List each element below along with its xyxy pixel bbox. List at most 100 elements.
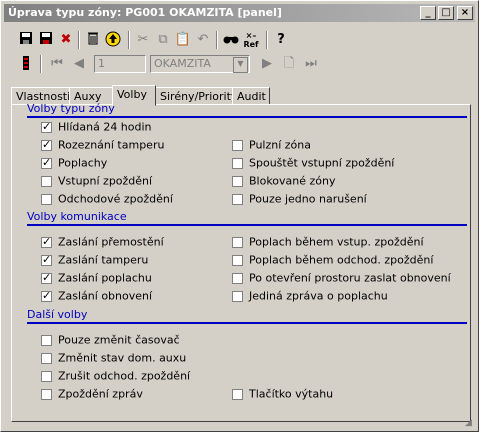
checkbox-option[interactable]: Vstupní zpoždění xyxy=(41,174,152,188)
save-icon[interactable] xyxy=(17,31,35,49)
checkbox-unchecked[interactable] xyxy=(41,370,52,382)
checkbox-option[interactable]: Pulzní zóna xyxy=(232,138,311,152)
checkbox-option[interactable]: Odchodové zpoždění xyxy=(41,192,173,206)
record-icon[interactable] xyxy=(17,55,35,73)
checkbox-option[interactable]: Po otevření prostoru zaslat obnovení xyxy=(232,271,451,285)
toolbar-separator xyxy=(40,55,42,73)
checkbox-unchecked[interactable] xyxy=(232,254,243,266)
checkbox-unchecked[interactable] xyxy=(41,334,52,346)
checkbox-unchecked[interactable] xyxy=(41,175,52,187)
close-button[interactable]: × xyxy=(457,6,473,20)
title-bar[interactable]: Úprava typu zóny: PG001 OKAMZITA [panel]… xyxy=(4,4,475,22)
checkbox-label: Zaslání obnovení xyxy=(58,289,153,303)
new-record-icon[interactable]: 🗋 xyxy=(280,55,298,73)
section-title-zone-options: Volby typu zóny xyxy=(27,102,115,115)
checkbox-option[interactable]: Pouze jedno narušení xyxy=(232,192,367,206)
checkbox-unchecked[interactable] xyxy=(232,388,243,400)
checkbox-checked[interactable] xyxy=(41,156,52,169)
checkbox-unchecked[interactable] xyxy=(232,157,243,169)
maximize-button[interactable]: □ xyxy=(438,6,454,20)
upload-icon[interactable] xyxy=(104,31,122,49)
checkbox-checked[interactable] xyxy=(41,120,52,133)
copy-icon[interactable]: ⧉ xyxy=(154,31,172,49)
checkbox-unchecked[interactable] xyxy=(232,290,243,302)
dialog-window: Úprava typu zóny: PG001 OKAMZITA [panel]… xyxy=(0,0,479,432)
checkbox-label: Poplach během odchod. zpoždění xyxy=(249,253,434,267)
main-toolbar: ✖ ✂ ⧉ 📋 ↶ ×– Ref ? xyxy=(4,28,475,52)
checkbox-option[interactable]: Rozeznání tamperu xyxy=(41,138,164,152)
checkbox-unchecked[interactable] xyxy=(41,388,52,400)
last-record-icon[interactable]: ⏭ xyxy=(302,55,320,73)
record-number-field[interactable]: 1 xyxy=(94,55,146,73)
checkbox-unchecked[interactable] xyxy=(232,175,243,187)
cut-icon[interactable]: ✂ xyxy=(134,31,152,49)
resize-grip-icon[interactable]: ◢ xyxy=(465,418,475,428)
find-icon[interactable] xyxy=(222,31,240,49)
checkbox-label: Zaslání přemostění xyxy=(58,235,164,249)
checkbox-label: Změnit stav dom. auxu xyxy=(58,351,187,365)
toolbar-separator xyxy=(78,31,80,49)
tab-volby[interactable]: Volby xyxy=(112,85,156,106)
checkbox-checked[interactable] xyxy=(41,253,52,266)
minimize-button[interactable]: _ xyxy=(420,6,436,20)
checkbox-option[interactable]: Poplach během odchod. zpoždění xyxy=(232,253,433,267)
checkbox-checked[interactable] xyxy=(41,235,52,248)
checkbox-unchecked[interactable] xyxy=(41,193,52,205)
checkbox-option[interactable]: Zrušit odchod. zpoždění xyxy=(41,369,190,383)
checkbox-option[interactable]: Hlídaná 24 hodin xyxy=(41,120,152,134)
checkbox-checked[interactable] xyxy=(41,138,52,151)
checkbox-label: Tlačítko výtahu xyxy=(249,387,334,401)
section-divider xyxy=(27,116,467,118)
tab-sireny-priority[interactable]: Sirény/Priority xyxy=(155,87,237,105)
first-record-icon[interactable]: ⏮ xyxy=(48,55,66,73)
help-icon[interactable]: ? xyxy=(272,31,290,49)
chevron-down-icon[interactable]: ▼ xyxy=(233,57,248,73)
checkbox-label: Odchodové zpoždění xyxy=(58,192,173,206)
checkbox-option[interactable]: Zpoždění zpráv xyxy=(41,387,143,401)
checkbox-option[interactable]: Spouštět vstupní zpoždění xyxy=(232,156,394,170)
checkbox-option[interactable]: Pouze změnit časovač xyxy=(41,333,180,347)
save-close-icon[interactable] xyxy=(37,31,55,49)
checkbox-label: Pouze změnit časovač xyxy=(58,333,180,347)
checkbox-option[interactable]: Zaslání tamperu xyxy=(41,253,148,267)
checkbox-unchecked[interactable] xyxy=(232,272,243,284)
checkbox-label: Poplachy xyxy=(58,156,108,170)
undo-icon[interactable]: ↶ xyxy=(194,31,212,49)
checkbox-unchecked[interactable] xyxy=(232,193,243,205)
record-select[interactable]: OKAMZITA ▼ xyxy=(150,55,250,73)
section-title-communication: Volby komunikace xyxy=(27,210,127,223)
next-record-icon[interactable]: ▶ xyxy=(258,55,276,73)
checkbox-option[interactable]: Blokované zóny xyxy=(232,174,336,188)
checkbox-checked[interactable] xyxy=(41,271,52,284)
checkbox-label: Po otevření prostoru zaslat obnovení xyxy=(249,271,451,285)
toolbar-separator xyxy=(266,31,268,49)
checkbox-unchecked[interactable] xyxy=(232,139,243,151)
delete-icon[interactable] xyxy=(84,31,102,49)
section-title-other: Další volby xyxy=(27,308,88,321)
checkbox-option[interactable]: Zaslání obnovení xyxy=(41,289,152,303)
tab-audit[interactable]: Audit xyxy=(232,87,270,105)
checkbox-label: Rozeznání tamperu xyxy=(58,138,165,152)
toolbar-separator xyxy=(216,31,218,49)
checkbox-checked[interactable] xyxy=(41,289,52,302)
checkbox-option[interactable]: Změnit stav dom. auxu xyxy=(41,351,186,365)
reference-icon[interactable]: ×– Ref xyxy=(242,31,260,49)
checkbox-option[interactable]: Zaslání poplachu xyxy=(41,271,152,285)
cancel-icon[interactable]: ✖ xyxy=(57,31,75,49)
checkbox-option[interactable]: Poplachy xyxy=(41,156,107,170)
checkbox-unchecked[interactable] xyxy=(41,352,52,364)
checkbox-option[interactable]: Tlačítko výtahu xyxy=(232,387,333,401)
paste-icon[interactable]: 📋 xyxy=(174,31,192,49)
record-select-value: OKAMZITA xyxy=(154,57,211,70)
checkbox-label: Zaslání poplachu xyxy=(58,271,152,285)
checkbox-unchecked[interactable] xyxy=(232,236,243,248)
window-title: Úprava typu zóny: PG001 OKAMZITA [panel] xyxy=(8,6,282,19)
checkbox-label: Zrušit odchod. zpoždění xyxy=(58,369,191,383)
checkbox-option[interactable]: Poplach během vstup. zpoždění xyxy=(232,235,424,249)
previous-record-icon[interactable]: ◀ xyxy=(70,55,88,73)
checkbox-option[interactable]: Jediná zpráva o poplachu xyxy=(232,289,388,303)
checkbox-option[interactable]: Zaslání přemostění xyxy=(41,235,164,249)
checkbox-label: Poplach během vstup. zpoždění xyxy=(249,235,424,249)
checkbox-label: Pulzní zóna xyxy=(249,138,311,152)
checkbox-label: Hlídaná 24 hodin xyxy=(58,120,152,134)
